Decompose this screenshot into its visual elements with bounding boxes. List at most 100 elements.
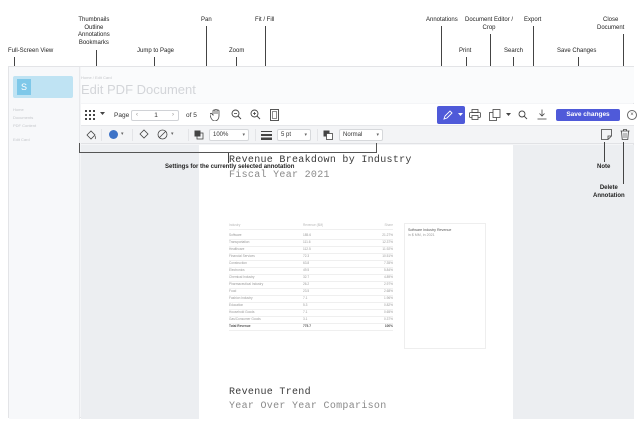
section-heading: Revenue Trend — [229, 387, 311, 398]
callout-settings: Settings for the currently selected anno… — [165, 164, 295, 170]
callout-zoom: Zoom — [229, 48, 245, 54]
note-icon[interactable] — [601, 129, 612, 140]
callout-annotations-bm: Annotations — [78, 32, 110, 38]
table-cell: 23.5 — [303, 289, 310, 293]
close-document-button[interactable]: × — [627, 110, 637, 120]
table-cell: Fashion Industry — [229, 296, 253, 300]
table-cell: Food — [229, 289, 237, 293]
stroke-width-icon — [261, 130, 272, 140]
table-cell: 7.1 — [303, 296, 308, 300]
zoom-in-icon[interactable] — [250, 109, 261, 120]
annotations-button[interactable] — [437, 106, 465, 124]
annotation-settings-toolbar: ▾ ▾ 100% ▾ 5 pt ▾ Normal ▾ — [81, 126, 634, 144]
chevron-down-icon[interactable] — [506, 113, 511, 117]
sidebar-item-pdf-content[interactable]: PDF Content — [13, 123, 36, 128]
sidebar-item-home[interactable]: Home — [13, 107, 24, 112]
callout-delete: Delete Annotation — [593, 185, 625, 200]
search-icon[interactable] — [518, 110, 528, 120]
table-cell: Construction — [229, 261, 247, 265]
table-cell: Transportation — [229, 240, 250, 244]
document-editor-icon[interactable] — [489, 109, 501, 121]
export-download-icon[interactable] — [537, 109, 547, 120]
page-header: Home / Edit Card Edit PDF Document — [81, 67, 634, 103]
table-cell: 0.82% — [383, 303, 393, 307]
stroke-color-picker[interactable]: ▾ — [105, 129, 127, 141]
sidebar-item-edit-card[interactable]: Edit Card — [13, 137, 30, 142]
callout-pan: Pan — [201, 17, 212, 23]
chevron-down-icon[interactable]: ▾ — [171, 131, 174, 137]
pen-icon — [443, 110, 453, 120]
toolbar-divider — [188, 129, 189, 141]
table-cell: Pharmaceutical Industry — [229, 282, 264, 286]
callout-fit-fill: Fit / Fill — [255, 17, 275, 23]
trash-icon[interactable] — [620, 129, 630, 140]
callout-close-line1: Close — [603, 17, 619, 23]
callout-search: Search — [504, 48, 524, 54]
table-row: Food 23.5 2.68% — [229, 289, 393, 296]
table-cell: 26.2 — [303, 282, 310, 286]
table-row: Household Goods 7.1 0.65% — [229, 310, 393, 317]
table-cell: Total Revenue — [229, 324, 251, 328]
current-page-field[interactable]: 1 — [146, 111, 166, 120]
fill-color-icon[interactable] — [139, 129, 150, 140]
annotated-screenshot: Full-Screen View Thumbnails Outline Anno… — [0, 0, 640, 428]
zoom-out-icon[interactable] — [231, 109, 242, 120]
print-icon[interactable] — [469, 109, 481, 120]
pdf-page[interactable]: Revenue Breakdown by Industry Fiscal Yea… — [199, 145, 513, 419]
logo-mark: S — [17, 79, 31, 95]
section-subheading: Year Over Year Comparison — [229, 401, 387, 412]
sidebar-item-documents[interactable]: Documents — [13, 115, 33, 120]
table-cell: 2.97% — [383, 282, 393, 286]
table-row: Pharmaceutical Industry 26.2 2.97% — [229, 282, 393, 289]
table-cell: Financial Services — [229, 254, 255, 258]
stroke-width-select[interactable]: 5 pt ▾ — [277, 129, 311, 141]
page-jump-input[interactable]: ‹ 1 › — [131, 110, 179, 121]
breadcrumb: Home / Edit Card — [81, 75, 112, 80]
chevron-down-icon: ▾ — [304, 132, 307, 138]
table-cell: 5.3 — [303, 303, 308, 307]
fit-page-icon[interactable] — [270, 109, 279, 121]
table-header-cell: Industry — [229, 223, 241, 227]
fill-bucket-icon[interactable] — [86, 129, 97, 140]
leader-delete — [623, 142, 624, 184]
callout-doc-editor-line1: Document Editor / — [465, 17, 514, 23]
chevron-down-icon[interactable] — [100, 112, 105, 116]
table-cell: 100% — [384, 324, 393, 328]
chevron-down-icon: ▾ — [376, 132, 379, 138]
callout-jump-to-page: Jump to Page — [137, 48, 175, 54]
table-row: Electronics 49.5 5.84% — [229, 268, 393, 275]
thumbnails-icon[interactable] — [85, 110, 95, 120]
app-sidebar: S Home Documents PDF Content Edit Card — [9, 67, 80, 419]
callout-close-document: Close Document — [597, 17, 624, 32]
table-cell: 0.37% — [383, 317, 393, 321]
table-cell: 4.89% — [383, 275, 393, 279]
hand-pan-icon[interactable] — [210, 109, 221, 121]
table-cell: 72.3 — [303, 254, 310, 258]
callout-export: Export — [524, 17, 542, 23]
next-page-button[interactable]: › — [168, 111, 178, 120]
document-viewport[interactable]: Revenue Breakdown by Industry Fiscal Yea… — [81, 145, 634, 419]
prev-page-button[interactable]: ‹ — [132, 111, 142, 120]
chevron-down-icon: ▾ — [242, 132, 245, 138]
callout-thumbnails: Thumbnails — [78, 17, 110, 23]
table-row: Gas/Consumer Goods 3.1 0.37% — [229, 317, 393, 324]
table-cell: Healthcare — [229, 247, 245, 251]
blend-mode-value: Normal — [343, 132, 363, 138]
table-cell: 111.6 — [303, 240, 311, 244]
table-cell: 2.68% — [383, 289, 393, 293]
table-cell: 11.92% — [382, 247, 393, 251]
table-header-cell: Share — [384, 223, 393, 227]
toolbar-divider — [255, 129, 256, 141]
callout-thumbnails-group: Thumbnails Outline Annotations Bookmarks — [78, 17, 110, 47]
leader-settings — [228, 153, 229, 163]
table-total-row: Total Revenue 775.7 100% — [229, 324, 393, 331]
save-changes-button[interactable]: Save changes — [556, 109, 620, 121]
opacity-select[interactable]: 100% ▾ — [209, 129, 249, 141]
blend-mode-select[interactable]: Normal ▾ — [339, 129, 383, 141]
callout-bookmarks: Bookmarks — [78, 39, 109, 46]
toolbar-divider — [132, 129, 133, 141]
table-cell: 63.8 — [303, 261, 310, 265]
table-row: Software 185.6 21.27% — [229, 233, 393, 240]
no-fill-icon[interactable] — [157, 129, 168, 140]
table-cell: Household Goods — [229, 310, 255, 314]
